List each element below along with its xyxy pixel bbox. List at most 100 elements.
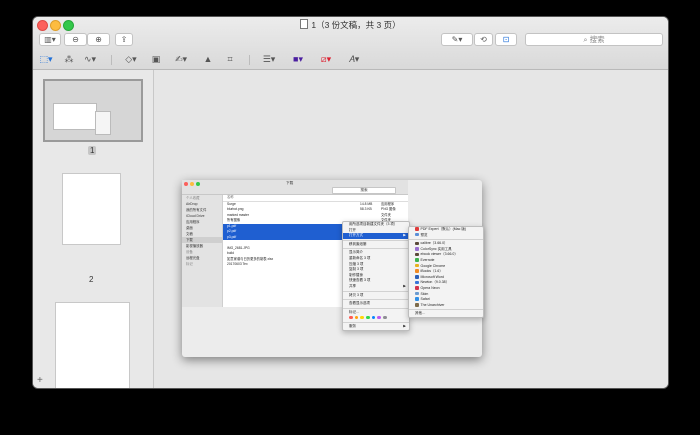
- menu-separator: [343, 307, 409, 309]
- menu-separator: [343, 321, 409, 323]
- share-icon: ⇪: [120, 35, 128, 44]
- tag-color-dot: [371, 315, 376, 320]
- app-icon: [415, 269, 419, 273]
- shapes-tool[interactable]: ◇▾: [121, 54, 141, 65]
- text-style-tool[interactable]: 𝐴▾: [344, 54, 364, 65]
- signature-icon: ✍▾: [174, 54, 188, 64]
- context-menu-item-label: 拷贝 3 项: [349, 292, 364, 297]
- open-with-item: 其他…: [409, 311, 483, 317]
- finder-sidebar: 个人收藏 AirDrop 我的所有文件 iCloud Drive 应用程序 桌面…: [182, 195, 223, 307]
- open-with-item-label: Opera Neon: [420, 285, 440, 290]
- signature-tool[interactable]: ✍▾: [171, 54, 191, 65]
- page-thumbnail-1[interactable]: [43, 79, 143, 142]
- context-menu-item-label: 制作替身: [349, 272, 363, 277]
- app-icon: [415, 263, 419, 268]
- border-color-tool[interactable]: ■▾: [288, 54, 308, 65]
- rotate-icon: ⟲: [480, 35, 487, 44]
- open-with-submenu: PDF Expert（默认）(Mac 版) 预览 calibre（3.66.0） Co…: [408, 226, 484, 318]
- finder-row-name: 所有图像: [227, 218, 241, 222]
- finder-row-name: blurbot.png: [227, 207, 244, 211]
- submenu-arrow-icon: ▶: [403, 323, 406, 328]
- thumbnail-preview: [53, 103, 97, 130]
- finder-sidebar-header: 标记: [186, 262, 193, 266]
- tag-color-dot: [366, 315, 370, 320]
- sidebar-toggle-button[interactable]: ▥▾: [39, 33, 61, 46]
- context-menu-item-label: 打开: [349, 227, 356, 232]
- finder-row-name: p1.pdf: [227, 223, 237, 228]
- rect-selection-tool[interactable]: ⬚▾: [39, 54, 53, 65]
- zoom-in-button[interactable]: ⊕: [87, 33, 110, 46]
- crop-tool[interactable]: ⌗: [224, 54, 236, 65]
- context-menu-item-label: 打开方式: [349, 233, 363, 238]
- share-button[interactable]: ⇪: [115, 33, 133, 46]
- app-icon: [415, 252, 419, 257]
- context-menu-item-label: 服务: [349, 323, 356, 328]
- sketch-tool[interactable]: ∿▾: [83, 54, 97, 65]
- open-with-item-label: 预览: [420, 232, 428, 237]
- finder-zoom-icon: [196, 182, 200, 186]
- app-icon: [415, 303, 419, 307]
- context-menu: 用所选项目新建文件夹（3 项） 打开 打开方式 ▶ 移到废纸篓 显示简介 重新命名 3 项压…: [342, 221, 410, 331]
- open-with-item-label: ebook viewer（3.66.0）: [420, 252, 458, 257]
- menu-separator: [343, 239, 409, 241]
- menu-separator: [343, 299, 409, 301]
- finder-row-name: p3.pdf: [227, 234, 237, 239]
- context-menu-item-label: 复制 3 项: [349, 267, 364, 272]
- shapes-icon: ◇▾: [125, 54, 137, 64]
- finder-row-name: 如意家谱与日历更多的制表.xlsx: [227, 256, 274, 261]
- open-with-item-label: ColorSync 实用工具: [420, 246, 452, 251]
- add-page-button[interactable]: +: [37, 375, 43, 386]
- open-with-item-label: Newton（9.0.38）: [420, 280, 450, 285]
- shape-style-tool[interactable]: ☰▾: [259, 54, 279, 65]
- tag-color-dot: [383, 315, 387, 320]
- open-with-item: 预览: [409, 233, 483, 239]
- adjust-color-tool[interactable]: ▲: [201, 54, 215, 65]
- search-placeholder: 搜索: [589, 35, 605, 44]
- menu-separator: [343, 290, 409, 292]
- border-color-icon: ■▾: [293, 54, 303, 64]
- instant-alpha-tool[interactable]: ⁂: [63, 54, 75, 65]
- tag-color-dot: [377, 315, 381, 320]
- context-menu-item: 查看显示选项: [343, 301, 409, 307]
- app-icon: [415, 247, 419, 251]
- search-field[interactable]: ⌕ 搜索: [525, 33, 663, 46]
- markup-pen-button[interactable]: ✎▾: [441, 33, 473, 46]
- page-thumbnail-3[interactable]: [55, 302, 130, 388]
- context-menu-item-label: 标记…: [349, 309, 360, 314]
- fill-color-tool[interactable]: ⧄▾: [316, 54, 336, 65]
- submenu-arrow-icon: ▶: [403, 233, 406, 238]
- finder-search-field: 搜索: [332, 187, 396, 194]
- app-icon: [415, 291, 419, 296]
- zoom-in-icon: ⊕: [95, 35, 102, 44]
- markup-toolbar: ⬚▾ ⁂ ∿▾ ◇▾ ▣ ✍▾ ▲ ⌗ ☰▾ ■▾ ⧄▾ 𝐴▾: [33, 51, 668, 68]
- context-menu-item: 打开方式 ▶: [343, 233, 409, 239]
- open-with-item-label: 其他…: [415, 311, 426, 316]
- sidebar-icon: ▥▾: [44, 35, 56, 44]
- context-menu-item-label: 快速查看 3 项: [349, 278, 371, 283]
- context-menu-item: 服务 ▶: [343, 324, 409, 330]
- tag-color-dot: [360, 315, 364, 320]
- page-label-2: 2: [89, 275, 94, 284]
- app-icon: [415, 275, 419, 279]
- open-with-item-label: Safari: [420, 297, 430, 302]
- page-image-finder-screenshot: 下载 搜索 个人收藏 AirDrop 我的所有文件 iCloud Drive 应…: [182, 180, 484, 357]
- app-icon: [415, 297, 419, 301]
- markup-toolbar-button[interactable]: ⊡: [495, 33, 517, 46]
- finder-row-name: IMG_2681.JPG: [227, 245, 250, 250]
- text-tool[interactable]: ▣: [150, 54, 162, 65]
- finder-close-icon: [184, 182, 188, 186]
- preview-window: 1（3 份文稿，共 3 页） ▥▾ ⊖ ⊕ ⇪ ✎▾ ⟲ ⊡ ⌕ 搜索 ⬚▾ ⁂…: [33, 17, 668, 388]
- finder-title-bar: 下载 搜索: [182, 180, 408, 195]
- page-label-1: 1: [88, 146, 97, 155]
- toolbar-divider: [249, 55, 250, 65]
- line-style-icon: ☰▾: [262, 54, 276, 64]
- page-thumbnail-2[interactable]: [62, 173, 121, 245]
- window-title: 1（3 份文稿，共 3 页）: [33, 19, 668, 31]
- open-with-item-label: calibre（3.66.0）: [420, 241, 448, 246]
- zoom-out-button[interactable]: ⊖: [64, 33, 87, 46]
- context-menu-item-label: 显示简介: [349, 250, 363, 255]
- context-menu-item-label: 查看显示选项: [349, 301, 370, 306]
- open-with-item-label: Evernote: [420, 257, 435, 262]
- app-icon: [415, 258, 419, 262]
- rotate-button[interactable]: ⟲: [474, 33, 493, 46]
